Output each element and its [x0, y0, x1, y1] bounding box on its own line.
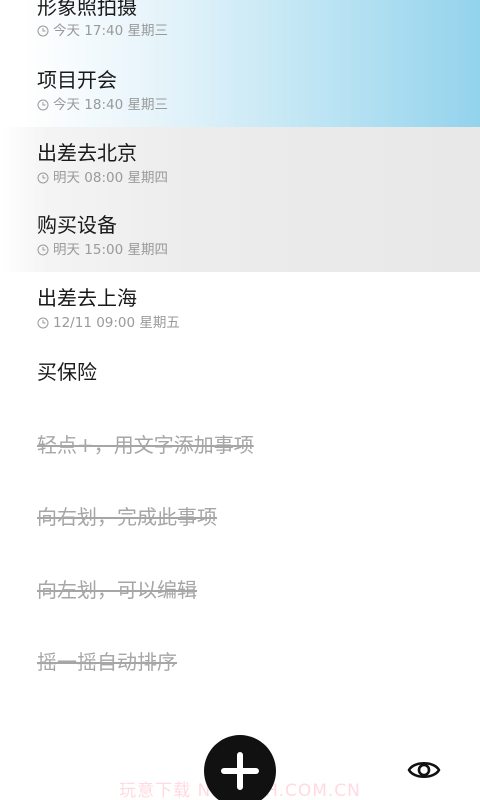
- clock-icon: [37, 244, 49, 256]
- hint-item[interactable]: 摇一摇自动排序: [0, 634, 480, 707]
- task-item[interactable]: 形象照拍摄 今天 17:40 星期三: [0, 0, 480, 54]
- task-time-text: 明天 15:00 星期四: [53, 242, 168, 258]
- task-title: 买保险: [37, 360, 97, 384]
- plus-icon: [221, 752, 259, 790]
- task-title: 项目开会: [37, 68, 117, 92]
- task-item[interactable]: 项目开会 今天 18:40 星期三: [0, 54, 480, 127]
- task-time: 12/11 09:00 星期五: [37, 315, 180, 331]
- task-item[interactable]: 购买设备 明天 15:00 星期四: [0, 199, 480, 272]
- hint-item[interactable]: 向左划，可以编辑: [0, 562, 480, 635]
- task-time: 今天 18:40 星期三: [37, 97, 168, 113]
- hint-text: 轻点+，用文字添加事项: [37, 432, 254, 457]
- clock-icon: [37, 317, 49, 328]
- hint-text: 向右划，完成此事项: [37, 505, 217, 529]
- task-item[interactable]: 出差去北京 明天 08:00 星期四: [0, 126, 480, 199]
- task-title: 出差去上海: [37, 285, 137, 310]
- clock-icon: [37, 172, 49, 183]
- task-time-text: 12/11 09:00 星期五: [53, 314, 180, 331]
- task-title: 形象照拍摄: [37, 0, 137, 19]
- task-title: 购买设备: [37, 213, 117, 237]
- task-item[interactable]: 出差去上海 12/11 09:00 星期五: [0, 272, 480, 345]
- hint-item[interactable]: 轻点+，用文字添加事项: [0, 417, 480, 490]
- hint-item[interactable]: 向右划，完成此事项: [0, 489, 480, 562]
- task-time: 今天 17:40 星期三: [37, 23, 168, 39]
- hint-text: 摇一摇自动排序: [37, 650, 177, 674]
- task-time-text: 今天 18:40 星期三: [53, 97, 168, 113]
- add-task-button[interactable]: [204, 735, 276, 800]
- clock-icon: [37, 99, 49, 111]
- screen: 形象照拍摄 今天 17:40 星期三 项目开会 今天 18:40 星期三 出差去…: [0, 0, 480, 800]
- task-time-text: 明天 08:00 星期四: [53, 169, 168, 186]
- show-completed-toggle[interactable]: [406, 756, 442, 784]
- task-title: 出差去北京: [37, 140, 137, 165]
- eye-icon: [407, 761, 441, 779]
- task-time: 明天 08:00 星期四: [37, 170, 168, 186]
- task-time-text: 今天 17:40 星期三: [53, 23, 168, 39]
- hint-text: 向左划，可以编辑: [37, 577, 197, 602]
- task-item[interactable]: 买保险: [0, 344, 480, 417]
- clock-icon: [37, 25, 49, 37]
- task-time: 明天 15:00 星期四: [37, 242, 168, 258]
- task-list: 形象照拍摄 今天 17:40 星期三 项目开会 今天 18:40 星期三 出差去…: [0, 0, 480, 707]
